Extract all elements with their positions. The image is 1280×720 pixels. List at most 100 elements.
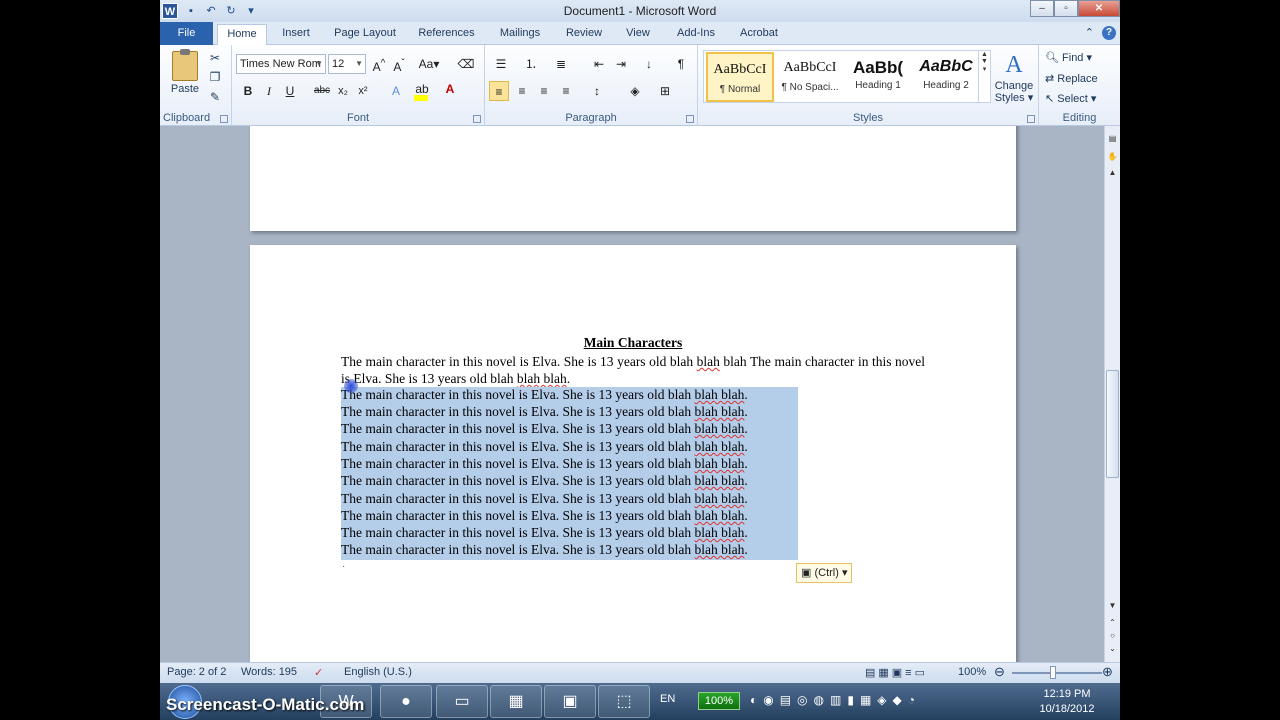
zoom-in-icon[interactable]: ⊕ xyxy=(1102,664,1113,680)
word-count[interactable]: Words: 195 xyxy=(241,666,297,678)
justify-button[interactable]: ≡ xyxy=(556,81,576,101)
zoom-slider-knob[interactable] xyxy=(1050,666,1056,679)
strikethrough-button[interactable]: abc xyxy=(312,81,332,101)
tab-view[interactable]: View xyxy=(621,24,655,45)
taskbar-app[interactable]: ▣ xyxy=(544,685,596,718)
tab-review[interactable]: Review xyxy=(562,24,606,45)
find-button[interactable]: 🔍︎ Find ▾ xyxy=(1045,51,1092,64)
browse-object-icon[interactable]: ○ xyxy=(1105,629,1120,643)
page-2[interactable]: Main Characters The main character in th… xyxy=(250,245,1016,662)
select-button[interactable]: ↖ Select ▾ xyxy=(1045,92,1096,105)
tab-insert[interactable]: Insert xyxy=(278,24,314,45)
style-heading-2[interactable]: AaBbC Heading 2 xyxy=(912,52,980,102)
tab-acrobat[interactable]: Acrobat xyxy=(734,24,784,45)
next-page-icon[interactable]: ⌄ xyxy=(1105,642,1120,656)
tab-page-layout[interactable]: Page Layout xyxy=(330,24,400,45)
battery-indicator[interactable]: 100% xyxy=(698,692,740,710)
maximize-button[interactable]: ▫ xyxy=(1054,0,1078,17)
taskbar-explorer[interactable]: ▭ xyxy=(436,685,488,718)
zoom-level[interactable]: 100% xyxy=(958,666,986,678)
selected-line: The main character in this novel is Elva… xyxy=(341,421,748,436)
paste-options-button[interactable]: ▣ (Ctrl) ▾ xyxy=(796,563,852,583)
view-buttons[interactable]: ▤▦▣≡▭ xyxy=(865,666,928,679)
italic-button[interactable]: I xyxy=(259,81,279,101)
close-button[interactable]: ✕ xyxy=(1078,0,1120,17)
language-indicator[interactable]: English (U.S.) xyxy=(344,666,412,678)
styles-launcher-icon[interactable] xyxy=(1027,115,1035,123)
zoom-out-icon[interactable]: ⊖ xyxy=(994,664,1005,680)
scrollbar-thumb[interactable] xyxy=(1106,370,1119,478)
clipboard-launcher-icon[interactable] xyxy=(220,115,228,123)
format-painter-icon[interactable]: ✎ xyxy=(206,88,224,106)
taskbar-firefox[interactable]: ● xyxy=(380,685,432,718)
proofing-icon[interactable]: ✓ xyxy=(314,666,323,679)
help-icon[interactable]: ? xyxy=(1102,26,1116,40)
font-color-icon[interactable]: A xyxy=(440,79,460,99)
shading-icon[interactable]: ◈ xyxy=(625,81,645,101)
taskbar-snipping[interactable]: ⬚ xyxy=(598,685,650,718)
zoom-slider[interactable] xyxy=(1012,672,1102,674)
line-spacing-icon[interactable]: ↕ xyxy=(587,81,607,101)
paste-button[interactable]: Paste xyxy=(166,83,204,95)
tab-add-ins[interactable]: Add-Ins xyxy=(671,24,721,45)
superscript-button[interactable]: x² xyxy=(353,81,373,101)
style-normal[interactable]: AaBbCcI ¶ Normal xyxy=(706,52,774,102)
tab-home[interactable]: Home xyxy=(217,24,267,45)
highlight-icon[interactable]: ab xyxy=(412,79,432,99)
style-heading-1[interactable]: AaBb( Heading 1 xyxy=(844,52,912,102)
save-icon[interactable]: ▪ xyxy=(184,4,198,18)
underline-button[interactable]: U xyxy=(280,81,300,101)
font-name-combo[interactable]: Times New Rom ▼ xyxy=(236,54,326,74)
borders-icon[interactable]: ⊞ xyxy=(655,81,675,101)
ruler-toggle-icon[interactable]: ▤ xyxy=(1105,132,1120,146)
copy-icon[interactable]: ❐ xyxy=(206,68,224,86)
increase-indent-icon[interactable]: ⇥ xyxy=(611,54,631,74)
cut-icon[interactable]: ✂ xyxy=(206,49,224,67)
taskbar-calculator[interactable]: ▦ xyxy=(490,685,542,718)
page-count[interactable]: Page: 2 of 2 xyxy=(167,666,226,678)
input-language[interactable]: EN xyxy=(660,693,675,705)
previous-page-icon[interactable]: ⌃ xyxy=(1105,616,1120,630)
scroll-up-arrow-icon[interactable]: ▲ xyxy=(1105,166,1120,180)
text-effects-icon[interactable]: A xyxy=(386,81,406,101)
align-center-button[interactable]: ≡ xyxy=(512,81,532,101)
vertical-scrollbar[interactable]: ▤ ✋ ▲ ▼ ⌃ ○ ⌄ xyxy=(1104,126,1120,662)
customize-qat-icon[interactable]: ▾ xyxy=(244,4,258,18)
align-left-button[interactable]: ≡ xyxy=(489,81,509,101)
page-1[interactable] xyxy=(250,126,1016,231)
bullets-icon[interactable]: ☰ xyxy=(491,54,511,74)
redo-icon[interactable]: ↻ xyxy=(224,4,238,18)
shrink-font-icon[interactable]: Aˇ xyxy=(389,54,409,74)
gallery-scroll[interactable]: ▲ ▼ ▾ xyxy=(978,51,990,102)
paragraph-launcher-icon[interactable] xyxy=(686,115,694,123)
grow-font-icon[interactable]: A^ xyxy=(369,54,389,74)
sort-icon[interactable]: ↓ xyxy=(639,54,659,74)
font-launcher-icon[interactable] xyxy=(473,115,481,123)
document-area[interactable]: Main Characters The main character in th… xyxy=(160,126,1104,662)
replace-button[interactable]: ⇄ Replace xyxy=(1045,72,1098,85)
multilevel-list-icon[interactable]: ≣ xyxy=(551,54,571,74)
tab-mailings[interactable]: Mailings xyxy=(494,24,546,45)
word-logo-icon[interactable]: W xyxy=(162,3,178,19)
font-size-combo[interactable]: 12 ▼ xyxy=(328,54,366,74)
system-clock[interactable]: 12:19 PM 10/18/2012 xyxy=(1032,687,1102,717)
undo-icon[interactable]: ↶ xyxy=(204,4,218,18)
clear-formatting-icon[interactable]: ⌫ xyxy=(456,54,476,74)
scroll-down-arrow-icon[interactable]: ▼ xyxy=(1105,599,1120,613)
numbering-icon[interactable]: ⒈ xyxy=(521,54,541,74)
tab-references[interactable]: References xyxy=(415,24,478,45)
minimize-button[interactable]: – xyxy=(1030,0,1054,17)
show-formatting-icon[interactable]: ¶ xyxy=(671,54,691,74)
minimize-ribbon-icon[interactable]: ⌃ xyxy=(1085,26,1094,40)
align-right-button[interactable]: ≡ xyxy=(534,81,554,101)
change-case-icon[interactable]: Aa▾ xyxy=(416,54,442,74)
style-no-spacing[interactable]: AaBbCcI ¶ No Spaci... xyxy=(776,52,844,102)
tray-icons[interactable]: ◐◉▤◎◍▥▮▦◈◆◔ xyxy=(750,693,921,707)
tab-file[interactable]: File xyxy=(160,22,213,45)
change-styles-button[interactable]: A Change Styles ▾ xyxy=(994,50,1034,104)
decrease-indent-icon[interactable]: ⇤ xyxy=(589,54,609,74)
bold-button[interactable]: B xyxy=(238,81,258,101)
pan-hand-icon[interactable]: ✋ xyxy=(1105,150,1120,164)
paste-icon[interactable] xyxy=(172,49,198,81)
subscript-button[interactable]: x₂ xyxy=(333,81,353,101)
